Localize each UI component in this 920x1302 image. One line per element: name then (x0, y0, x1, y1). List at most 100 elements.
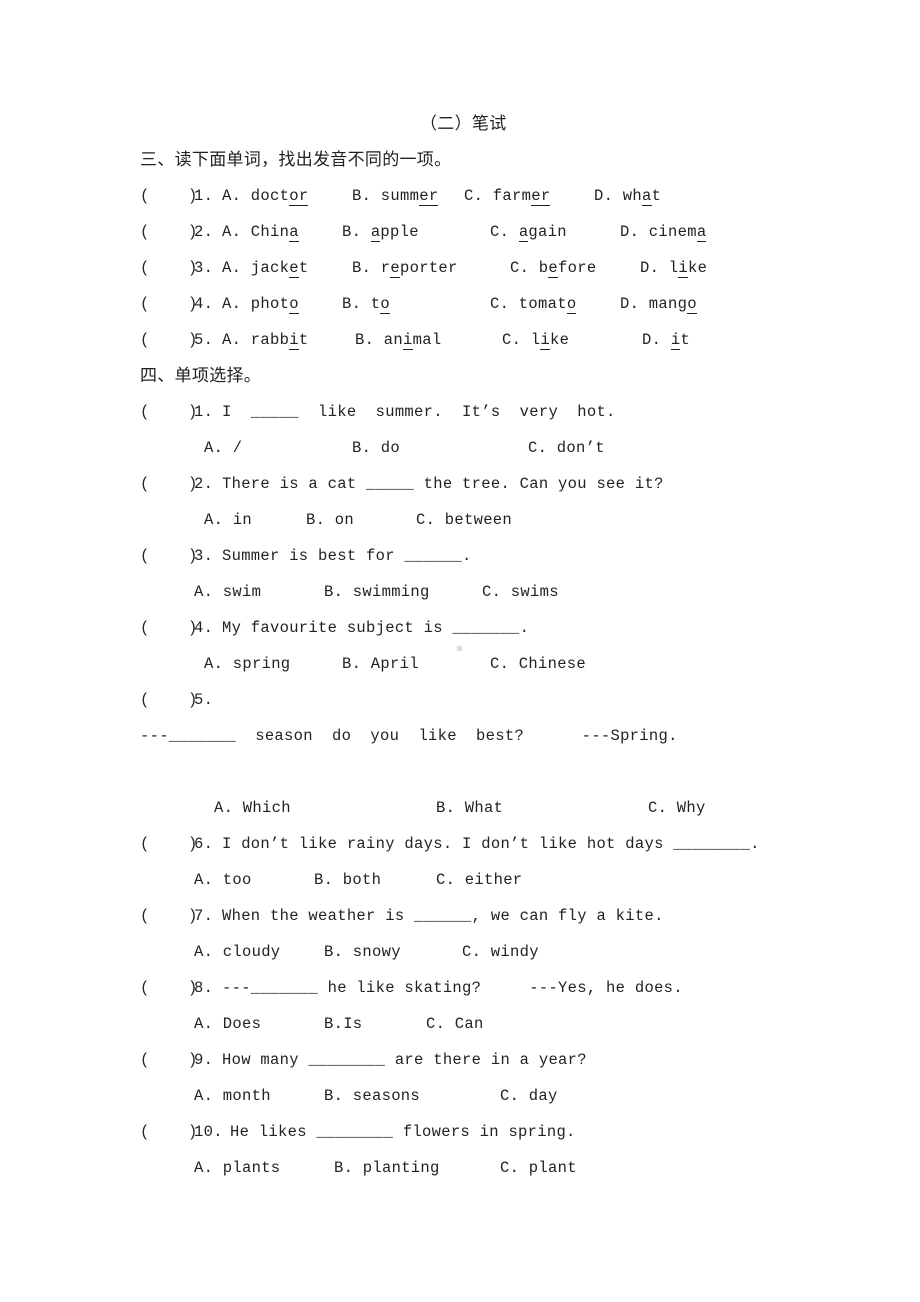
underlined-letters: er (419, 187, 439, 206)
underlined-letters: er (531, 187, 551, 206)
underlined-letters: a (642, 187, 652, 206)
question-number: 2. (194, 223, 214, 241)
option: A. rabbit (222, 331, 309, 350)
question-number: 5. (194, 331, 214, 349)
option: A. swim (194, 583, 262, 601)
question-number: 3. (194, 259, 214, 277)
option: B. reporter (352, 259, 458, 278)
underlined-letters: o (566, 295, 577, 314)
option: C. Chinese (490, 655, 587, 673)
option: B. both (314, 871, 382, 889)
question-number: 7. (194, 907, 214, 925)
option: B. to (342, 295, 391, 314)
answer-blank[interactable]: ( ) (140, 222, 198, 242)
underlined-letters: o (687, 295, 697, 314)
option: A. photo (222, 295, 299, 314)
underlined-letters: i (403, 331, 413, 350)
answer-blank[interactable]: ( ) (140, 402, 198, 422)
question-number: 4. (194, 619, 214, 637)
question-text: He likes ________ flowers in spring. (230, 1123, 576, 1141)
answer-blank[interactable]: ( ) (140, 294, 198, 314)
underlined-letters: e (289, 259, 299, 278)
answer-blank[interactable]: ( ) (140, 834, 198, 854)
answer-blank[interactable]: ( ) (140, 330, 198, 350)
option: C. either (436, 871, 523, 889)
option: B. April (342, 655, 419, 673)
question-text: My favourite subject is _______. (222, 619, 530, 637)
option: B.Is (324, 1015, 363, 1033)
underlined-letters: e (390, 259, 401, 278)
question-number: 2. (194, 475, 214, 493)
option: A. Which (214, 799, 291, 817)
underlined-letters: i (670, 331, 681, 350)
option: D. what (594, 187, 662, 206)
underlined-letters: a (289, 223, 299, 242)
option: C. swims (482, 583, 559, 601)
option: B. apple (342, 223, 419, 242)
answer-blank[interactable]: ( ) (140, 1122, 198, 1142)
question-number: 6. (194, 835, 214, 853)
option: A. plants (194, 1159, 281, 1177)
option: A. cloudy (194, 943, 281, 961)
question-number: 8. (194, 979, 214, 997)
option: B. seasons (324, 1087, 421, 1105)
option: A. in (204, 511, 253, 529)
underlined-letters: i (540, 331, 551, 350)
option: A. doctor (222, 187, 309, 206)
option: C. day (500, 1087, 558, 1105)
option: D. mango (620, 295, 697, 314)
underlined-letters: i (678, 259, 689, 278)
option: C. Can (426, 1015, 484, 1033)
option: D. like (640, 259, 708, 278)
option: A. Does (194, 1015, 262, 1033)
page-title: （二）笔试 (420, 114, 507, 134)
option: B. summer (352, 187, 439, 206)
question-text: There is a cat _____ the tree. Can you s… (222, 475, 664, 493)
answer-blank[interactable]: ( ) (140, 186, 198, 206)
option: A. month (194, 1087, 271, 1105)
answer-blank[interactable]: ( ) (140, 1050, 198, 1070)
option: B. snowy (324, 943, 401, 961)
option: C. don’t (528, 439, 605, 457)
option: B. planting (334, 1159, 440, 1177)
question-text: ---_______ he like skating? ---Yes, he d… (222, 979, 683, 997)
answer-blank[interactable]: ( ) (140, 906, 198, 926)
option: B. swimming (324, 583, 430, 601)
underlined-letters: a (518, 223, 529, 242)
option: C. windy (462, 943, 539, 961)
option: B. do (352, 439, 401, 457)
underlined-letters: a (370, 223, 381, 242)
option: A. spring (204, 655, 291, 673)
answer-blank[interactable]: ( ) (140, 978, 198, 998)
option: C. plant (500, 1159, 577, 1177)
answer-blank[interactable]: ( ) (140, 690, 198, 710)
question-text: I don’t like rainy days. I don’t like ho… (222, 835, 760, 853)
option: C. farmer (464, 187, 551, 206)
question-number: 1. (194, 403, 214, 421)
question-number: 4. (194, 295, 214, 313)
section-4-heading: 四、单项选择。 (140, 366, 262, 386)
option: B. on (306, 511, 355, 529)
underlined-letters: a (696, 223, 707, 242)
question-number: 3. (194, 547, 214, 565)
option: D. cinema (620, 223, 707, 242)
underlined-letters: o (289, 295, 299, 314)
question-text: ---_______ season do you like best? ---S… (140, 727, 678, 745)
answer-blank[interactable]: ( ) (140, 258, 198, 278)
question-text: Summer is best for ______. (222, 547, 472, 565)
question-number: 9. (194, 1051, 214, 1069)
question-text: When the weather is ______, we can fly a… (222, 907, 664, 925)
option: D. it (642, 331, 691, 350)
option: C. between (416, 511, 513, 529)
question-number: 5. (194, 691, 214, 709)
option: A. China (222, 223, 299, 242)
option: C. tomato (490, 295, 577, 314)
underlined-letters: i (289, 331, 299, 350)
option: B. What (436, 799, 504, 817)
section-3-heading: 三、读下面单词，找出发音不同的一项。 (140, 150, 452, 170)
question-number: 10. (194, 1123, 223, 1141)
answer-blank[interactable]: ( ) (140, 618, 198, 638)
option: C. before (510, 259, 597, 278)
answer-blank[interactable]: ( ) (140, 474, 198, 494)
answer-blank[interactable]: ( ) (140, 546, 198, 566)
